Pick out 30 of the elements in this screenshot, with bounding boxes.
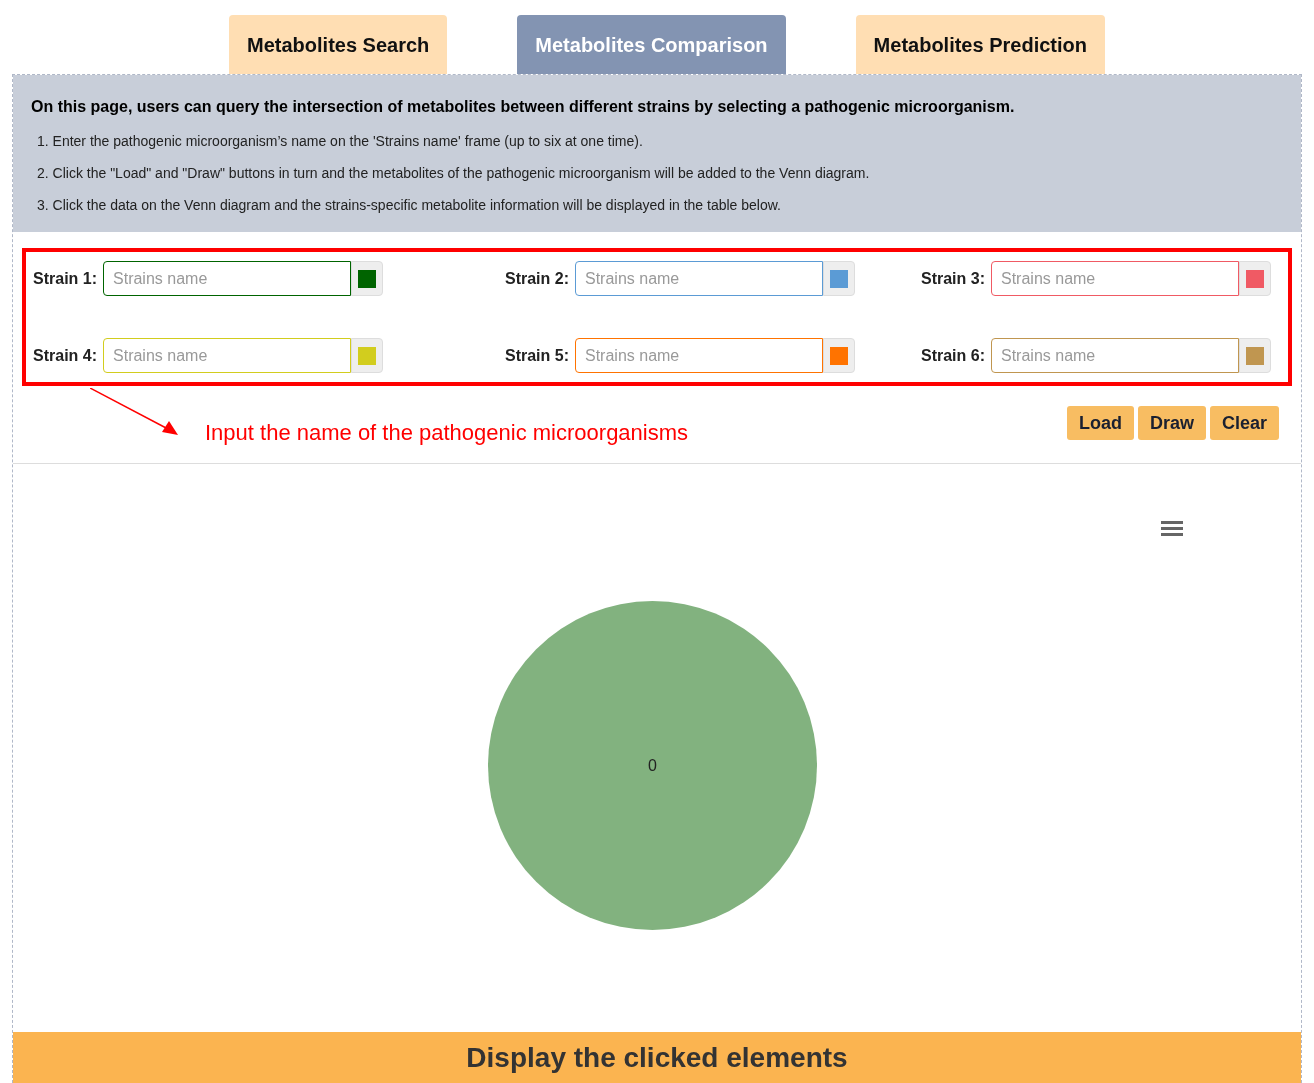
venn-count: 0: [648, 755, 657, 776]
annotation-text: Input the name of the pathogenic microorganisms: [205, 419, 689, 447]
section-header: Display the clicked elements: [13, 1032, 1301, 1083]
intro-heading: On this page, users can query the intersection of metabolites between different strains by selecting a pathogenic microorganism.: [31, 97, 1016, 117]
instruction-step: 3. Click the data on the Venn diagram and the strains-specific metabolite information will be displayed in the table below.: [37, 195, 1283, 216]
instruction-step: 1. Enter the pathogenic microorganism’s name on the 'Strains name' frame (up to six at one time).: [37, 131, 1283, 152]
menu-icon[interactable]: [1160, 519, 1184, 537]
strain-label: Strain 4:: [33, 345, 97, 366]
strain-input[interactable]: Strains name: [103, 261, 351, 296]
color-picker[interactable]: [1239, 338, 1271, 373]
tab[interactable]: Metabolites Search: [229, 15, 448, 74]
action-button[interactable]: Clear: [1209, 406, 1279, 440]
strain-input[interactable]: Strains name: [991, 261, 1239, 296]
action-button[interactable]: Draw: [1137, 406, 1206, 440]
strain-input[interactable]: Strains name: [575, 261, 823, 296]
color-picker[interactable]: [823, 261, 855, 296]
color-picker[interactable]: [1239, 261, 1271, 296]
color-picker[interactable]: [823, 338, 855, 373]
tab[interactable]: Metabolites Prediction: [855, 15, 1105, 74]
strain-input[interactable]: Strains name: [991, 338, 1239, 373]
strain-input[interactable]: Strains name: [575, 338, 823, 373]
instruction-step: 2. Click the "Load" and "Draw" buttons in turn and the metabolites of the pathogenic microorganism will be added to the Venn diagram.: [37, 163, 1283, 184]
action-button[interactable]: Load: [1066, 406, 1134, 440]
strain-label: Strain 3:: [921, 268, 985, 289]
strain-label: Strain 5:: [505, 345, 569, 366]
color-picker[interactable]: [351, 338, 383, 373]
strain-label: Strain 6:: [921, 345, 985, 366]
strain-label: Strain 1:: [33, 268, 97, 289]
strain-label: Strain 2:: [505, 268, 569, 289]
color-picker[interactable]: [351, 261, 383, 296]
